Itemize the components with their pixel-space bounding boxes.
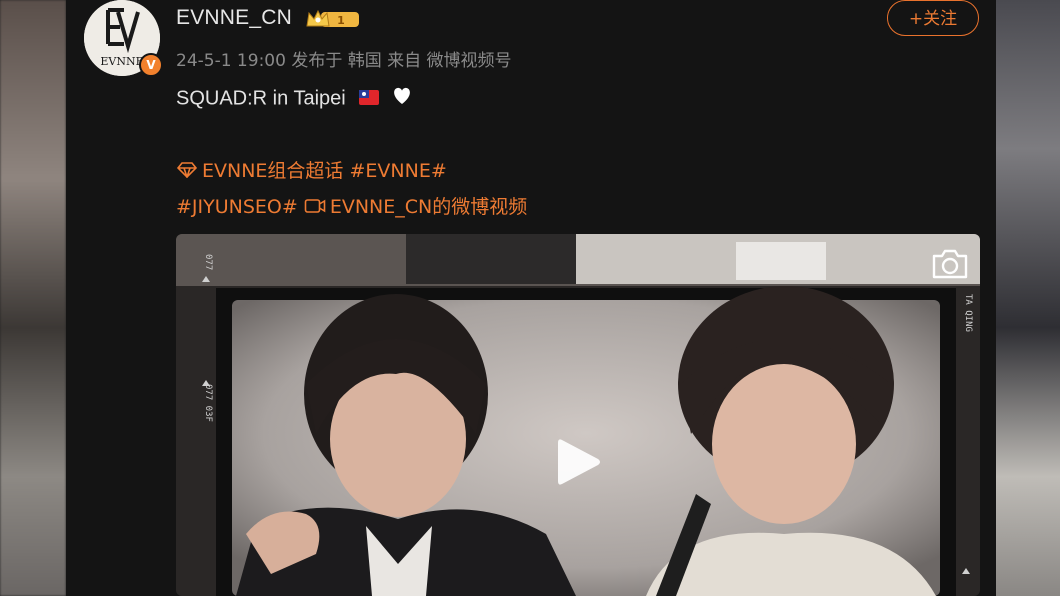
taiwan-flag-emoji	[359, 88, 380, 111]
film-mark-left: 077 03F	[203, 384, 213, 422]
verified-badge: V	[139, 53, 163, 77]
super-topic-link[interactable]: EVNNE组合超话	[202, 160, 343, 182]
play-icon[interactable]	[556, 436, 602, 492]
username[interactable]: EVNNE_CN	[176, 6, 292, 30]
video-camera-icon	[304, 197, 326, 219]
post-text-content: SQUAD:R in Taipei	[176, 87, 346, 110]
post-meta: 24-5-1 19:00 发布于 韩国 来自 微博视频号	[176, 51, 512, 71]
crown-icon: 1	[306, 9, 359, 27]
video-source-link[interactable]: EVNNE_CN的微博视频	[330, 196, 527, 218]
super-topic-diamond-icon	[176, 161, 198, 183]
level-number: 1	[337, 14, 345, 27]
post-text: SQUAD:R in Taipei	[176, 86, 413, 112]
hashtag-jiyunseo[interactable]: #JIYUNSEO#	[176, 196, 298, 218]
avatar-logo-text: EVNNE	[100, 55, 143, 68]
video-player[interactable]: 077 077 03F TA QING	[176, 234, 980, 596]
film-mark-top: 077	[203, 254, 213, 270]
background-right	[996, 0, 1060, 596]
film-mark-right: TA QING	[963, 294, 973, 332]
camera-icon[interactable]	[930, 247, 970, 285]
background-left	[0, 0, 66, 596]
hashtag-evnne[interactable]: #EVNNE#	[349, 160, 446, 182]
member-level-badge: 1	[305, 8, 361, 34]
follow-button[interactable]: +关注	[887, 0, 979, 36]
topic-line: EVNNE组合超话 #EVNNE#	[176, 156, 447, 183]
hashtag-line: #JIYUNSEO# EVNNE_CN的微博视频	[176, 192, 527, 219]
white-heart-emoji	[391, 86, 413, 112]
